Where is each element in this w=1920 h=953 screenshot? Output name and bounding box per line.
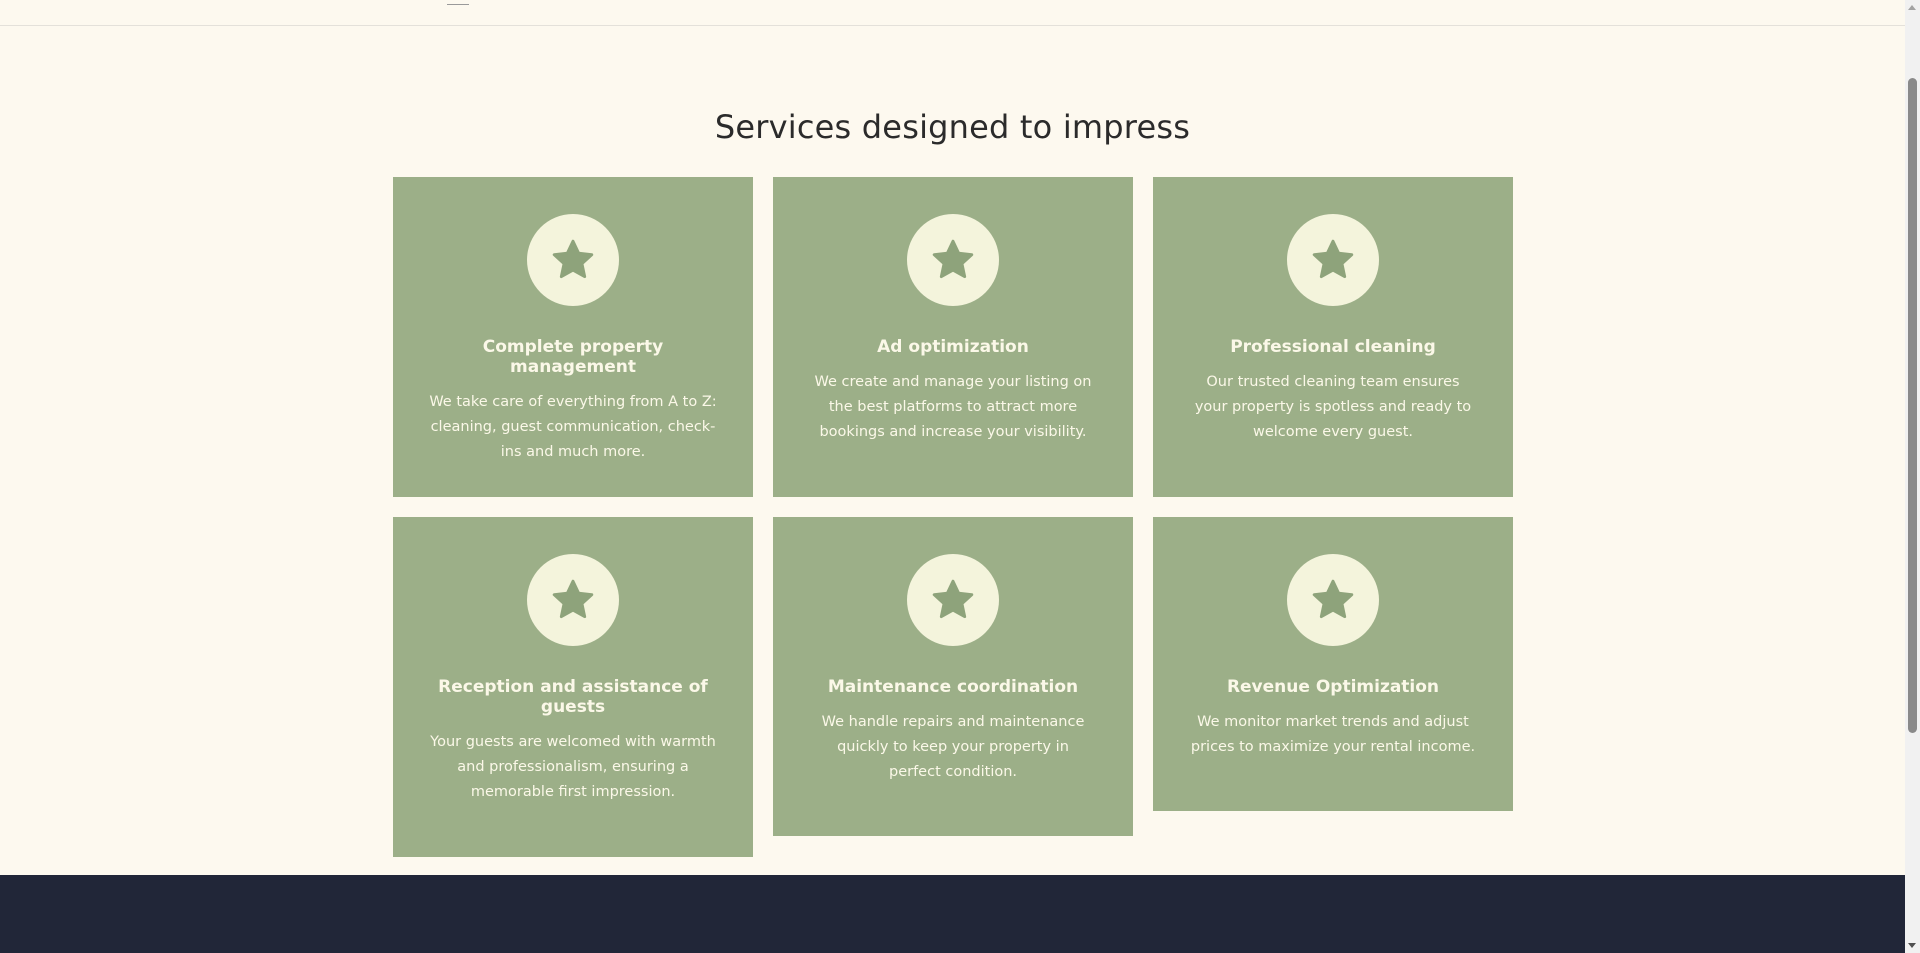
service-card-professional-cleaning: Professional cleaning Our trusted cleani… <box>1153 177 1513 497</box>
service-description: We take care of everything from A to Z: … <box>429 394 717 460</box>
star-icon <box>907 214 999 306</box>
service-description: Your guests are welcomed with warmth and… <box>430 734 716 800</box>
star-icon <box>907 554 999 646</box>
service-card-revenue-optimization: Revenue Optimization We monitor market t… <box>1153 517 1513 811</box>
service-card-property-management: Complete property management We take car… <box>393 177 753 497</box>
page: Services designed to impress Complete pr… <box>0 0 1905 953</box>
service-description: We create and manage your listing on the… <box>814 374 1092 440</box>
header-bar <box>0 0 1905 26</box>
nav-active-indicator <box>447 4 469 5</box>
star-icon <box>1287 554 1379 646</box>
section-title: Services designed to impress <box>714 108 1191 146</box>
scroll-down-arrow-icon[interactable] <box>1908 943 1916 948</box>
scrollbar-thumb[interactable] <box>1908 78 1917 733</box>
star-icon <box>527 214 619 306</box>
service-description: We handle repairs and maintenance quickl… <box>821 714 1085 780</box>
star-icon <box>1287 214 1379 306</box>
service-title: Complete property management <box>482 337 664 377</box>
service-title: Professional cleaning <box>1230 337 1436 357</box>
service-title: Revenue Optimization <box>1226 677 1440 697</box>
service-title: Ad optimization <box>877 337 1029 357</box>
service-card-ad-optimization: Ad optimization We create and manage you… <box>773 177 1133 497</box>
service-description: Our trusted cleaning team ensures your p… <box>1194 374 1472 440</box>
service-card-maintenance: Maintenance coordination We handle repai… <box>773 517 1133 836</box>
service-description: We monitor market trends and adjust pric… <box>1190 714 1476 755</box>
vertical-scrollbar[interactable] <box>1905 0 1920 953</box>
services-grid: Complete property management We take car… <box>393 177 1514 857</box>
scroll-up-arrow-icon[interactable] <box>1908 5 1916 10</box>
service-title: Reception and assistance of guests <box>438 677 708 717</box>
service-title: Maintenance coordination <box>827 677 1079 697</box>
star-icon <box>527 554 619 646</box>
service-card-guest-reception: Reception and assistance of guests Your … <box>393 517 753 857</box>
footer <box>0 875 1905 953</box>
